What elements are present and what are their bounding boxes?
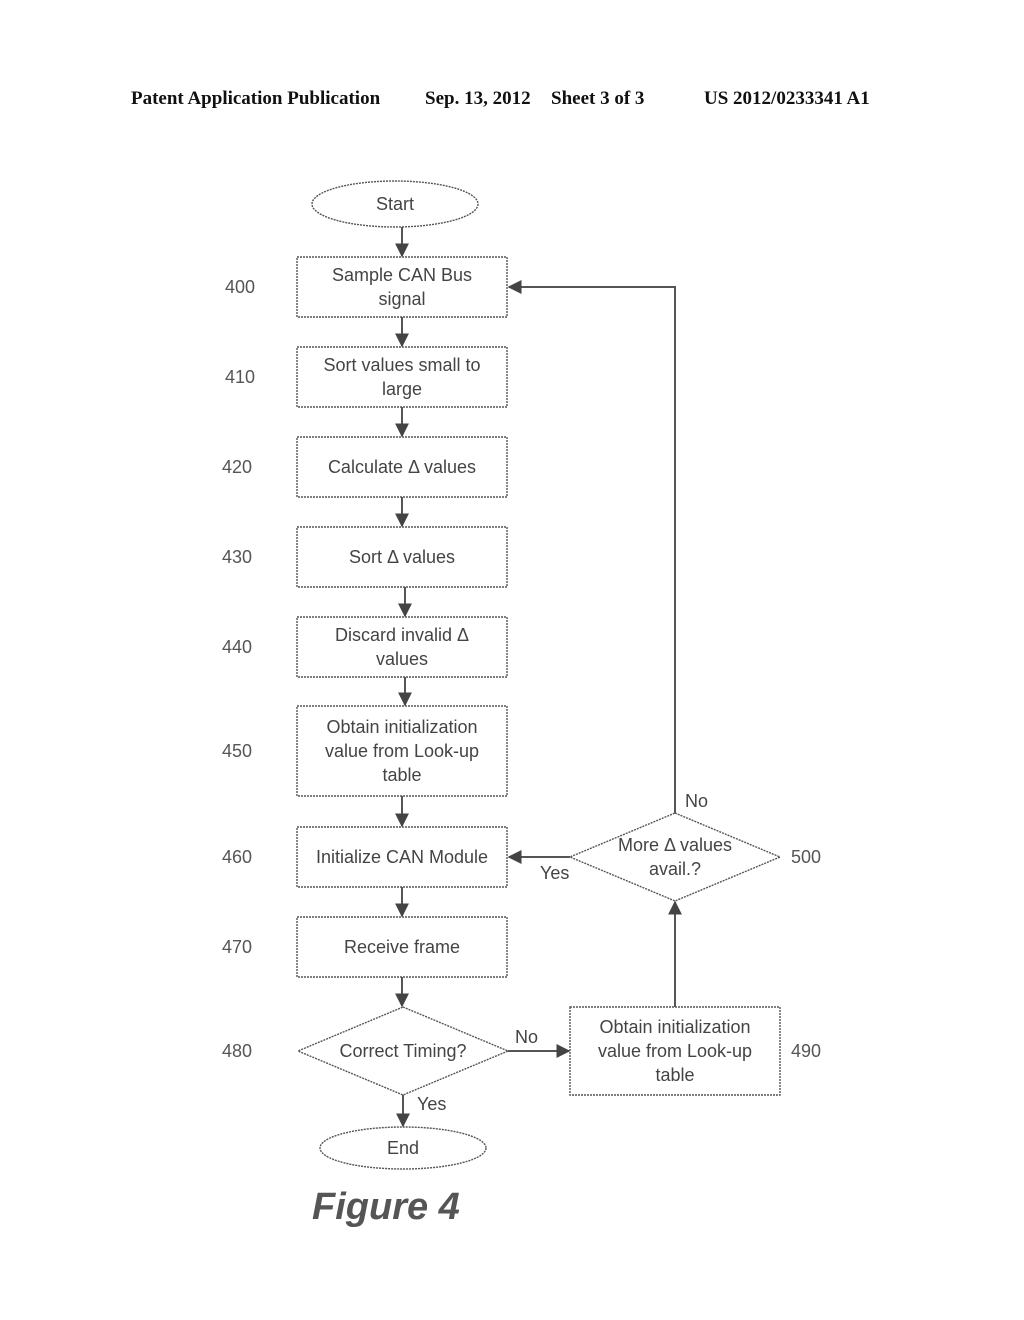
- node-label: value from Look-up: [598, 1041, 752, 1061]
- flow-node-n420: Calculate Δ values 420: [222, 436, 508, 498]
- flow-node-start: Start: [311, 180, 479, 228]
- flow-node-n410: Sort values small to large 410: [225, 346, 508, 408]
- nodes-layer: Start Sample CAN Bus signal 400 Sort values …: [222, 180, 821, 1170]
- node-label: values: [376, 649, 428, 669]
- reference-numeral: 400: [225, 277, 255, 297]
- decision-shape: [568, 812, 782, 902]
- node-label: signal: [378, 289, 425, 309]
- reference-numeral: 410: [225, 367, 255, 387]
- edge-label-no: No: [515, 1027, 538, 1047]
- node-label: Calculate Δ values: [328, 457, 476, 477]
- edge-label-yes: Yes: [417, 1094, 446, 1114]
- flow-node-n490: Obtain initialization value from Look-up t…: [569, 1006, 821, 1096]
- reference-numeral: 420: [222, 457, 252, 477]
- flowchart: Start Sample CAN Bus signal 400 Sort values …: [222, 180, 821, 1170]
- node-label: Sample CAN Bus: [332, 265, 472, 285]
- reference-numeral: 480: [222, 1041, 252, 1061]
- node-label: Start: [376, 194, 414, 214]
- flow-node-n400: Sample CAN Bus signal 400: [225, 256, 508, 318]
- edge-label-yes: Yes: [540, 863, 569, 883]
- reference-numeral: 460: [222, 847, 252, 867]
- reference-numeral: 500: [791, 847, 821, 867]
- node-label: Sort values small to: [323, 355, 480, 375]
- node-label: avail.?: [649, 859, 701, 879]
- node-label: Sort Δ values: [349, 547, 455, 567]
- flow-node-n500: More Δ values avail.? 500: [568, 812, 821, 902]
- node-label: More Δ values: [618, 835, 732, 855]
- edge-label-no: No: [685, 791, 708, 811]
- figure-caption: Figure 4: [312, 1186, 460, 1228]
- flow-arrow-n500-n400: [507, 280, 676, 813]
- flow-node-n480: Correct Timing? 480: [222, 1006, 510, 1096]
- node-label: Receive frame: [344, 937, 460, 957]
- node-label: Obtain initialization: [599, 1017, 750, 1037]
- reference-numeral: 470: [222, 937, 252, 957]
- node-label: table: [655, 1065, 694, 1085]
- flow-node-end: End: [319, 1126, 487, 1170]
- node-label: Initialize CAN Module: [316, 847, 488, 867]
- node-label: large: [382, 379, 422, 399]
- node-label: End: [387, 1138, 419, 1158]
- node-label: Correct Timing?: [339, 1041, 466, 1061]
- flow-node-n470: Receive frame 470: [222, 916, 508, 978]
- reference-numeral: 490: [791, 1041, 821, 1061]
- flow-node-n450: Obtain initialization value from Look-up t…: [222, 705, 508, 797]
- flow-node-n430: Sort Δ values 430: [222, 526, 508, 588]
- reference-numeral: 450: [222, 741, 252, 761]
- reference-numeral: 440: [222, 637, 252, 657]
- node-label: Obtain initialization: [326, 717, 477, 737]
- node-label: Discard invalid Δ: [335, 625, 469, 645]
- reference-numeral: 430: [222, 547, 252, 567]
- flow-node-n460: Initialize CAN Module 460: [222, 826, 508, 888]
- flow-node-n440: Discard invalid Δ values 440: [222, 616, 508, 678]
- node-label: table: [382, 765, 421, 785]
- node-label: value from Look-up: [325, 741, 479, 761]
